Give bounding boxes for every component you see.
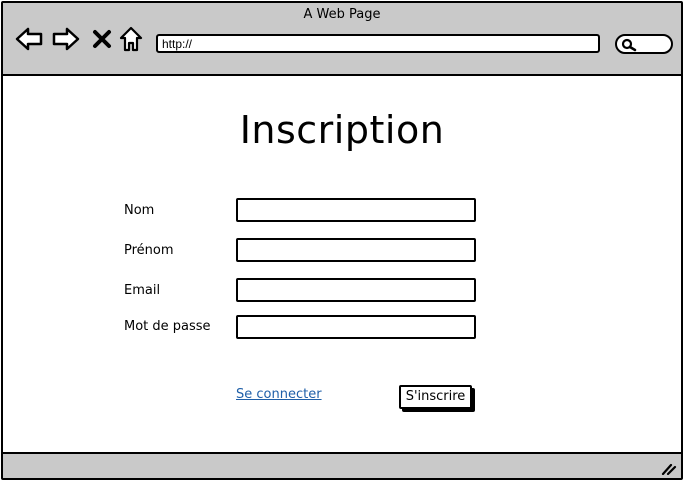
resize-grip-icon[interactable] [661,461,677,475]
field-label-password: Mot de passe [124,319,211,334]
search-icon [621,38,637,52]
nom-input[interactable] [236,198,476,222]
close-icon[interactable] [88,25,116,53]
field-label-email: Email [124,283,161,298]
search-field[interactable] [615,34,673,54]
password-input[interactable] [236,315,476,339]
window-title: A Web Page [303,7,381,22]
page-title: Inscription [239,108,445,152]
login-link[interactable]: Se connecter [236,387,322,402]
home-icon[interactable] [117,25,145,53]
forward-arrow-icon[interactable] [52,25,80,53]
browser-toolbar: A Web Page [3,3,681,76]
signup-button[interactable]: S'inscrire [399,385,472,409]
status-bar [3,452,681,478]
address-bar[interactable] [156,34,600,53]
field-label-nom: Nom [124,203,155,218]
prenom-input[interactable] [236,238,476,262]
email-input[interactable] [236,278,476,302]
back-arrow-icon[interactable] [15,25,43,53]
field-label-prenom: Prénom [124,243,174,258]
browser-window: A Web Page I [1,1,683,480]
